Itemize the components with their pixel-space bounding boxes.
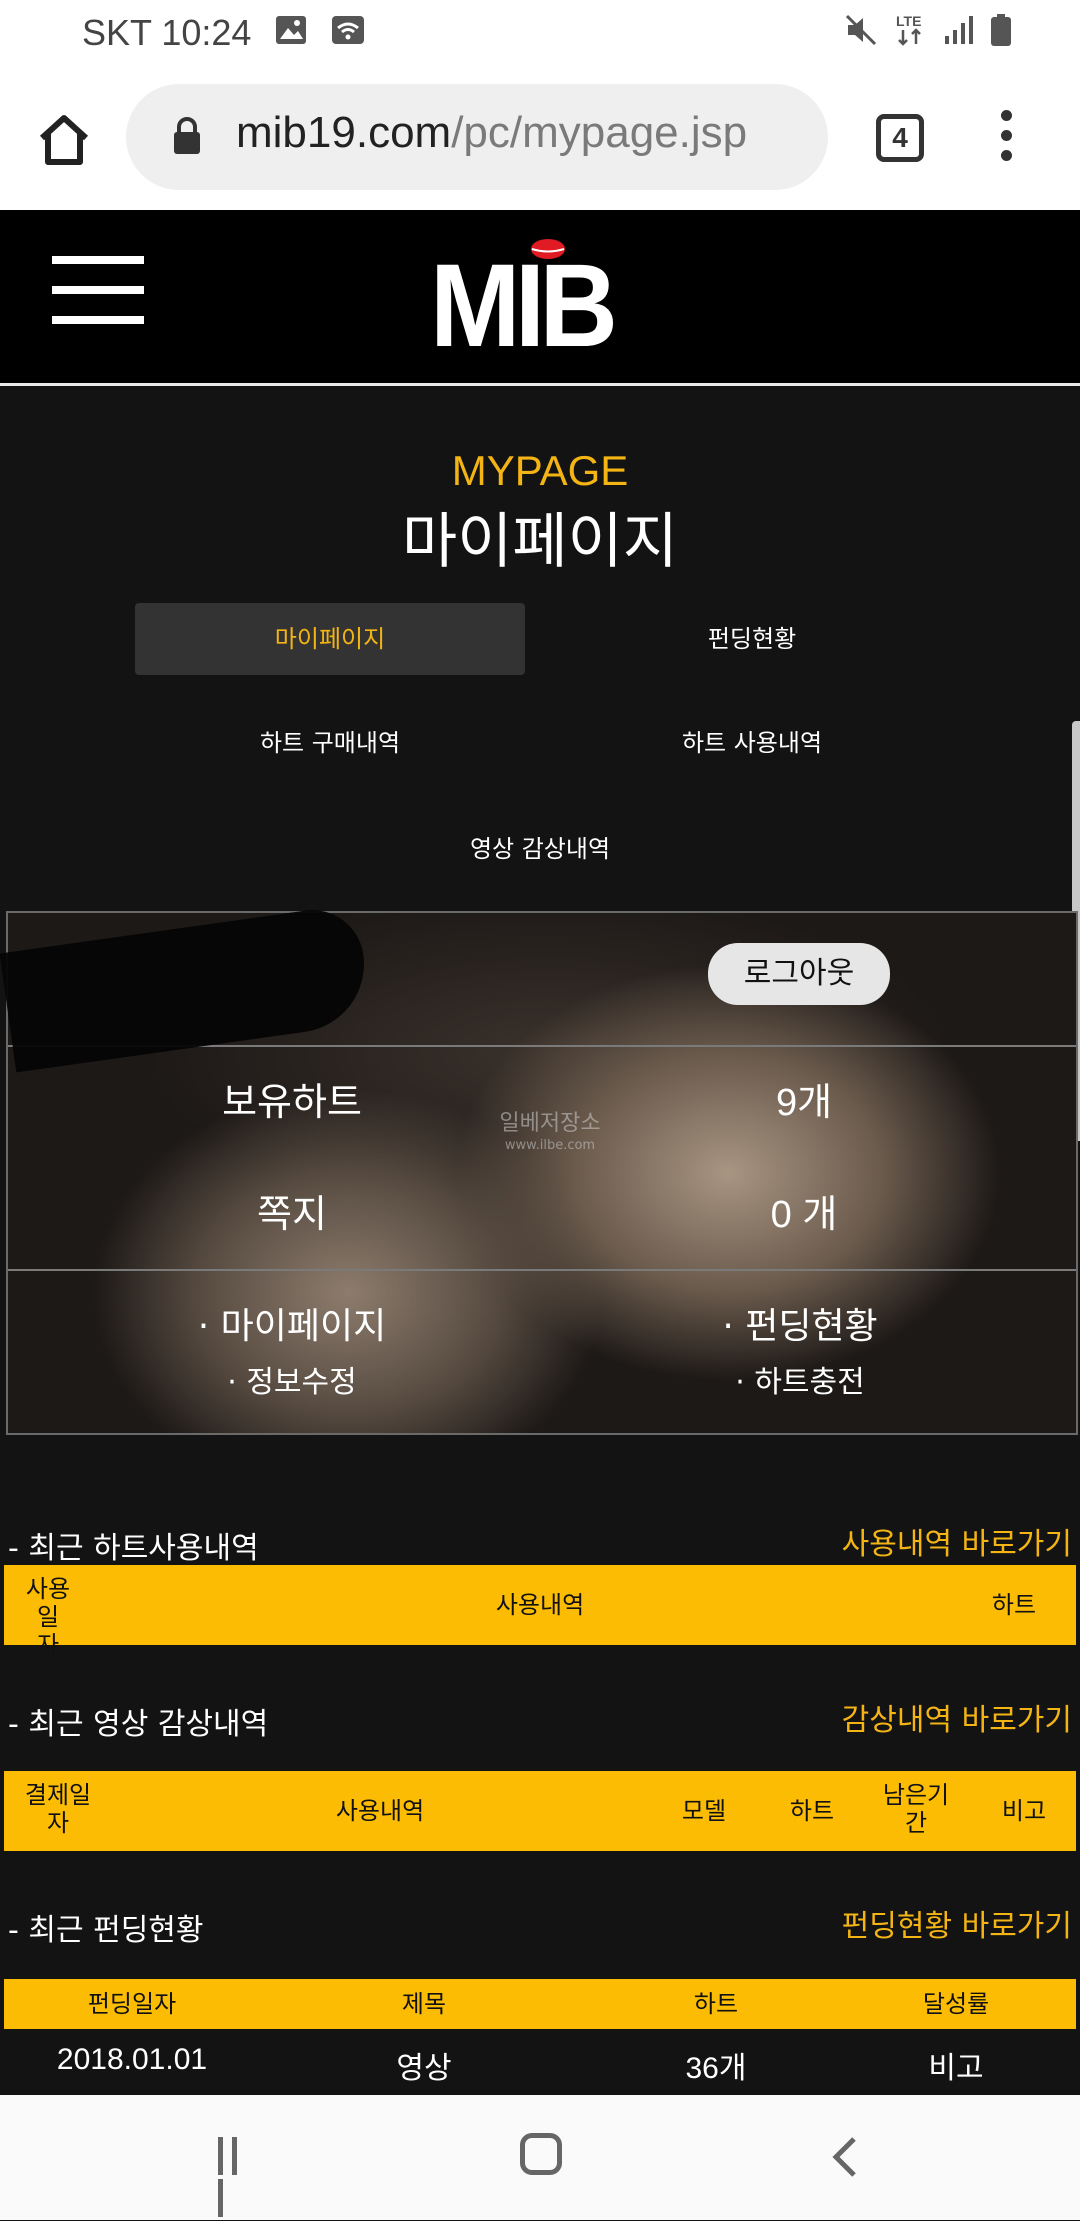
recent-apps-icon	[218, 2179, 223, 2217]
watermark-sub: www.ilbe.com	[504, 1138, 596, 1153]
heart-usage-link[interactable]: 사용내역 바로가기	[842, 1519, 1072, 1563]
quick-link-funding[interactable]: · 펀딩현황	[550, 1297, 1050, 1349]
system-nav-bar	[0, 2095, 1080, 2220]
profile-top-row: 로그아웃	[0, 903, 1076, 1073]
status-left: SKT 10:24	[82, 12, 365, 54]
funding-title: - 최근 펀딩현황	[8, 1913, 204, 1948]
mute-icon	[844, 13, 878, 51]
menu-line-icon	[52, 256, 144, 264]
tab-switcher-button[interactable]: 4	[876, 114, 924, 162]
table-cell: 2018.01.01	[56, 2043, 208, 2076]
site-header: MIB	[0, 210, 1080, 386]
url-text: mib19.com/pc/mypage.jsp	[236, 108, 747, 158]
recent-apps-icon	[218, 2137, 223, 2175]
home-icon	[39, 115, 89, 165]
more-dot-icon	[1000, 150, 1012, 161]
messages-label: 쪽지	[257, 1192, 327, 1236]
menu-line-icon	[52, 316, 144, 324]
profile-stats-row: 보유하트 9개 쪽지 0 개	[8, 1047, 1076, 1271]
browser-home-button[interactable]	[34, 110, 94, 170]
hearts-label: 보유하트	[222, 1080, 362, 1124]
lips-icon	[531, 239, 565, 259]
quick-link-charge-heart[interactable]: · 하트충전	[550, 1357, 1050, 1401]
column-header: 사용일 자	[25, 1575, 71, 1659]
status-bar: SKT 10:24 LTE	[0, 0, 1080, 66]
logo-text: MIB	[430, 240, 618, 372]
carrier-time: SKT 10:24	[82, 12, 252, 53]
quick-link-edit-info[interactable]: · 정보수정	[42, 1357, 542, 1401]
system-home-button[interactable]	[520, 2133, 562, 2175]
table-cell: 36개	[685, 2052, 747, 2085]
column-header: 남은기 간	[882, 1781, 950, 1837]
main-content: MYPAGE 마이페이지 마이페이지 펀딩현황 하트 구매내역 하트 사용내역 …	[0, 389, 1080, 2095]
browser-toolbar: mib19.com/pc/mypage.jsp 4	[0, 66, 1080, 210]
column-header: 하트	[991, 1591, 1037, 1619]
column-header: 모델	[681, 1797, 727, 1825]
heart-usage-title: - 최근 하트사용내역	[8, 1531, 259, 1566]
logout-button[interactable]: 로그아웃	[708, 943, 890, 1005]
quick-link-mypage[interactable]: · 마이페이지	[42, 1297, 542, 1349]
page-title-en: MYPAGE	[451, 447, 629, 494]
tab-funding[interactable]: 펀딩현황	[557, 603, 947, 675]
column-header: 제목	[401, 1990, 447, 2018]
back-button[interactable]	[826, 2135, 866, 2179]
lte-label: LTE	[896, 13, 921, 29]
column-header: 하트	[693, 1990, 739, 2018]
recent-apps-button[interactable]	[218, 2137, 258, 2217]
video-history-link[interactable]: 감상내역 바로가기	[842, 1695, 1072, 1739]
tab-heart-purchase[interactable]: 하트 구매내역	[135, 707, 525, 779]
battery-icon	[990, 13, 1012, 51]
hearts-value: 9개	[775, 1082, 833, 1124]
column-header: 사용내역	[495, 1591, 585, 1619]
column-header: 비고	[1001, 1797, 1047, 1825]
hamburger-menu-button[interactable]	[52, 256, 144, 336]
tab-video-history[interactable]: 영상 감상내역	[345, 813, 735, 885]
image-icon	[275, 12, 307, 54]
more-dot-icon	[1000, 110, 1012, 121]
table-cell: 영상	[396, 2052, 452, 2085]
back-icon	[832, 2137, 856, 2177]
browser-menu-button[interactable]	[996, 110, 1016, 170]
url-path: /pc/mypage.jsp	[451, 108, 748, 157]
column-header: 하트	[789, 1797, 835, 1825]
watermark: 일베저장소 www.ilbe.com	[490, 1113, 610, 1157]
tab-mypage[interactable]: 마이페이지	[135, 603, 525, 675]
recent-apps-icon	[232, 2137, 237, 2175]
column-header: 달성률	[922, 1990, 990, 2018]
lock-icon	[172, 116, 202, 156]
tab-heart-usage[interactable]: 하트 사용내역	[557, 707, 947, 779]
signal-icon	[944, 14, 974, 50]
column-header: 펀딩일자	[87, 1990, 177, 2018]
funding-table-header: 펀딩일자 제목 하트 달성률	[4, 1979, 1076, 2029]
messages-value: 0 개	[770, 1194, 838, 1236]
lte-icon: LTE	[894, 12, 928, 52]
watermark-main: 일베저장소	[499, 1111, 601, 1136]
menu-line-icon	[52, 286, 144, 294]
table-cell: 비고	[928, 2052, 984, 2085]
video-history-title: - 최근 영상 감상내역	[8, 1707, 269, 1742]
url-domain: mib19.com	[236, 108, 452, 157]
table-row[interactable]: 2018.01.01 영상 36개 비고	[4, 2043, 1076, 2093]
page-title: 마이페이지	[402, 507, 678, 577]
site-logo[interactable]: MIB	[430, 239, 650, 372]
funding-link[interactable]: 펀딩현황 바로가기	[842, 1901, 1072, 1945]
column-header: 사용내역	[335, 1797, 425, 1825]
heart-usage-table-header: 사용일 자 사용내역 하트	[4, 1565, 1076, 1659]
url-bar[interactable]: mib19.com/pc/mypage.jsp	[126, 84, 828, 190]
wifi-icon	[331, 12, 365, 54]
status-right: LTE	[844, 12, 1012, 52]
column-header: 결제일 자	[24, 1781, 92, 1837]
profile-box: 로그아웃 보유하트 9개 쪽지 0 개 일베저장소 www.ilbe.com ·…	[0, 903, 1078, 1435]
video-history-table-header: 결제일 자 사용내역 모델 하트 남은기 간 비고	[4, 1771, 1076, 1851]
more-dot-icon	[1000, 130, 1012, 141]
